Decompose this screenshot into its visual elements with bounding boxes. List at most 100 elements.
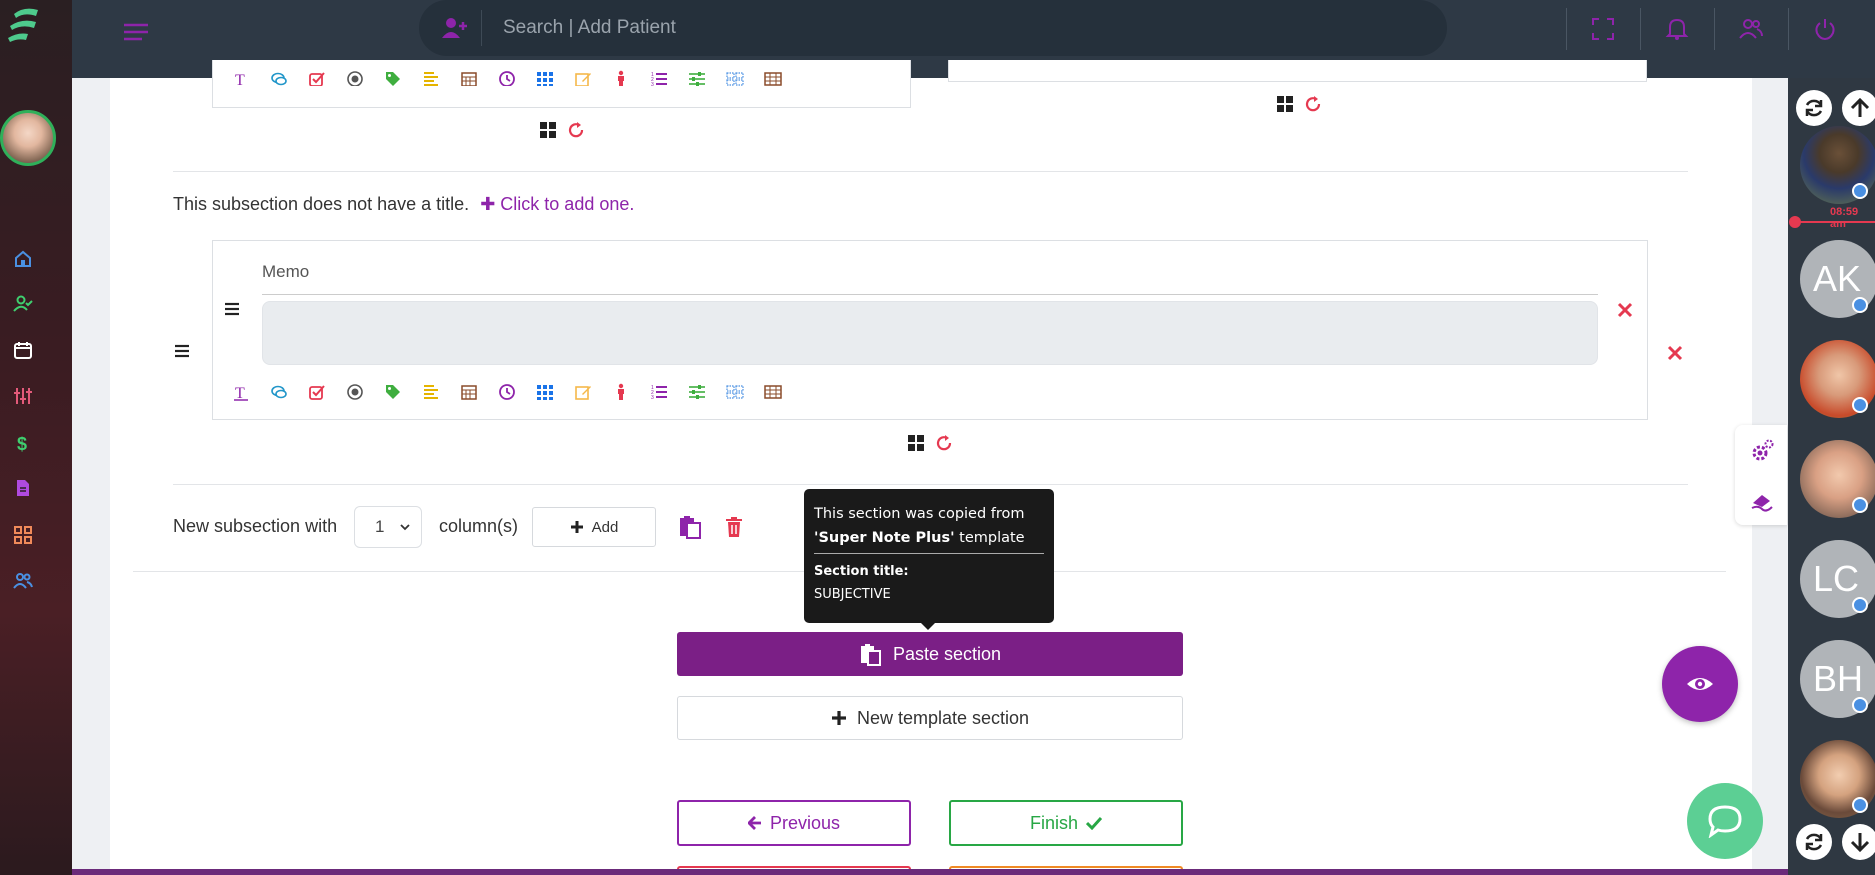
user-avatar[interactable] bbox=[0, 110, 56, 166]
text-tool-button[interactable]: T bbox=[222, 66, 260, 86]
left-navigation: $ bbox=[0, 0, 72, 875]
add-subsection-button[interactable]: Add bbox=[532, 507, 656, 547]
home-icon[interactable] bbox=[12, 248, 34, 270]
settings-gears-icon[interactable] bbox=[1750, 439, 1774, 463]
columns-select[interactable]: 1 bbox=[354, 506, 422, 548]
sign-icon[interactable] bbox=[1750, 489, 1774, 513]
checkbox-tool-button[interactable] bbox=[298, 379, 336, 405]
scroll-down-button[interactable] bbox=[1842, 824, 1875, 860]
team-icon[interactable] bbox=[1738, 16, 1764, 42]
subsection-frame bbox=[948, 60, 1647, 82]
bell-icon[interactable] bbox=[1664, 16, 1690, 42]
checkbox-tool-button[interactable] bbox=[298, 66, 336, 86]
align-tool-button[interactable] bbox=[412, 66, 450, 86]
radio-tool-button[interactable] bbox=[336, 66, 374, 86]
grid-layout-icon[interactable] bbox=[539, 121, 557, 139]
paste-icon bbox=[860, 644, 881, 666]
remove-field-icon[interactable] bbox=[1617, 302, 1633, 318]
current-time-line bbox=[1795, 221, 1875, 223]
fullscreen-icon[interactable] bbox=[1590, 16, 1616, 42]
align-icon bbox=[424, 72, 438, 86]
trash-icon[interactable] bbox=[724, 516, 744, 538]
table-tool-button[interactable] bbox=[754, 66, 792, 86]
grid-tool-button[interactable] bbox=[526, 66, 564, 86]
side-tools bbox=[1735, 425, 1787, 525]
divider bbox=[173, 171, 1688, 172]
paste-section-button[interactable]: Paste section bbox=[677, 632, 1183, 676]
text-icon: T bbox=[235, 72, 245, 86]
list-icon: 123 bbox=[651, 385, 667, 401]
comment-tool-button[interactable] bbox=[260, 379, 298, 405]
align-tool-button[interactable] bbox=[412, 379, 450, 405]
svg-text:T: T bbox=[235, 385, 245, 401]
copy-section-icon[interactable] bbox=[677, 514, 703, 540]
arrow-left-icon bbox=[747, 816, 761, 830]
current-time-label: 08:59 am bbox=[1830, 206, 1859, 230]
grid-icon bbox=[537, 72, 553, 86]
refresh-icon[interactable] bbox=[935, 434, 953, 452]
sliders-tool-button[interactable] bbox=[678, 66, 716, 86]
calendar-tool-button[interactable] bbox=[450, 379, 488, 405]
add-title-link[interactable]: ✚ Click to add one. bbox=[480, 194, 634, 214]
refresh-icon[interactable] bbox=[1304, 95, 1322, 113]
tag-tool-button[interactable] bbox=[374, 379, 412, 405]
scroll-up-button[interactable] bbox=[1842, 90, 1875, 126]
sliders-icon[interactable] bbox=[12, 385, 34, 407]
power-icon[interactable] bbox=[1812, 16, 1838, 42]
grid-layout-icon[interactable] bbox=[907, 434, 925, 452]
tooltip-section-title-label: Section title: bbox=[814, 564, 909, 579]
grid-layout-icon[interactable] bbox=[1276, 95, 1294, 113]
comment-tool-button[interactable] bbox=[260, 66, 298, 86]
edit-tool-button[interactable] bbox=[564, 379, 602, 405]
list-tool-button[interactable]: 123 bbox=[640, 66, 678, 86]
clock-tool-button[interactable] bbox=[488, 66, 526, 86]
add-patient-icon[interactable] bbox=[441, 16, 469, 40]
refresh-icon[interactable] bbox=[567, 121, 585, 139]
edit-tool-button[interactable] bbox=[564, 66, 602, 86]
finish-button[interactable]: Finish bbox=[949, 800, 1183, 846]
refresh-queue-button[interactable] bbox=[1796, 90, 1832, 126]
new-template-section-button[interactable]: New template section bbox=[677, 696, 1183, 740]
apps-grid-icon[interactable] bbox=[12, 524, 34, 546]
previous-button[interactable]: Previous bbox=[677, 800, 911, 846]
calendar-icon bbox=[461, 385, 477, 400]
app-logo[interactable] bbox=[6, 6, 42, 46]
users-icon[interactable] bbox=[12, 570, 34, 592]
dotted-grid-tool-button[interactable] bbox=[716, 379, 754, 405]
menu-toggle-icon[interactable] bbox=[122, 20, 150, 44]
list-tool-button[interactable]: 123 bbox=[640, 379, 678, 405]
tag-icon bbox=[386, 385, 400, 399]
subsection-notice-text: This subsection does not have a title. bbox=[173, 194, 470, 214]
refresh-queue-button-bottom[interactable] bbox=[1796, 824, 1832, 860]
checkbox-icon bbox=[309, 385, 325, 400]
grid-tool-button[interactable] bbox=[526, 379, 564, 405]
plus-icon bbox=[831, 711, 846, 725]
document-icon[interactable] bbox=[12, 477, 34, 499]
calendar-tool-button[interactable] bbox=[450, 66, 488, 86]
remove-subsection-icon[interactable] bbox=[1667, 345, 1683, 361]
body-tool-button[interactable] bbox=[602, 379, 640, 405]
table-tool-button[interactable] bbox=[754, 379, 792, 405]
memo-textarea[interactable] bbox=[262, 301, 1598, 365]
tooltip-template-name: 'Super Note Plus' bbox=[814, 530, 955, 546]
column-controls bbox=[907, 434, 953, 452]
body-tool-button[interactable] bbox=[602, 66, 640, 86]
chat-button[interactable] bbox=[1687, 783, 1763, 859]
search-input[interactable] bbox=[503, 12, 1403, 44]
tag-tool-button[interactable] bbox=[374, 66, 412, 86]
radio-tool-button[interactable] bbox=[336, 379, 374, 405]
add-title-link-label: Click to add one. bbox=[500, 194, 635, 214]
drag-handle-icon[interactable] bbox=[174, 344, 190, 358]
clock-tool-button[interactable] bbox=[488, 379, 526, 405]
field-drag-handle-icon[interactable] bbox=[224, 302, 240, 316]
dotted-grid-tool-button[interactable] bbox=[716, 66, 754, 86]
dotted-grid-icon bbox=[726, 385, 744, 399]
sliders-tool-button[interactable] bbox=[678, 379, 716, 405]
dollar-icon[interactable]: $ bbox=[12, 432, 34, 454]
text-tool-button[interactable]: T bbox=[222, 379, 260, 405]
preview-eye-button[interactable] bbox=[1662, 646, 1738, 722]
new-subsection-label: New subsection with bbox=[173, 516, 338, 536]
toolbar-separator bbox=[1714, 8, 1715, 50]
calendar-icon[interactable] bbox=[12, 339, 34, 361]
user-check-icon[interactable] bbox=[12, 293, 34, 315]
